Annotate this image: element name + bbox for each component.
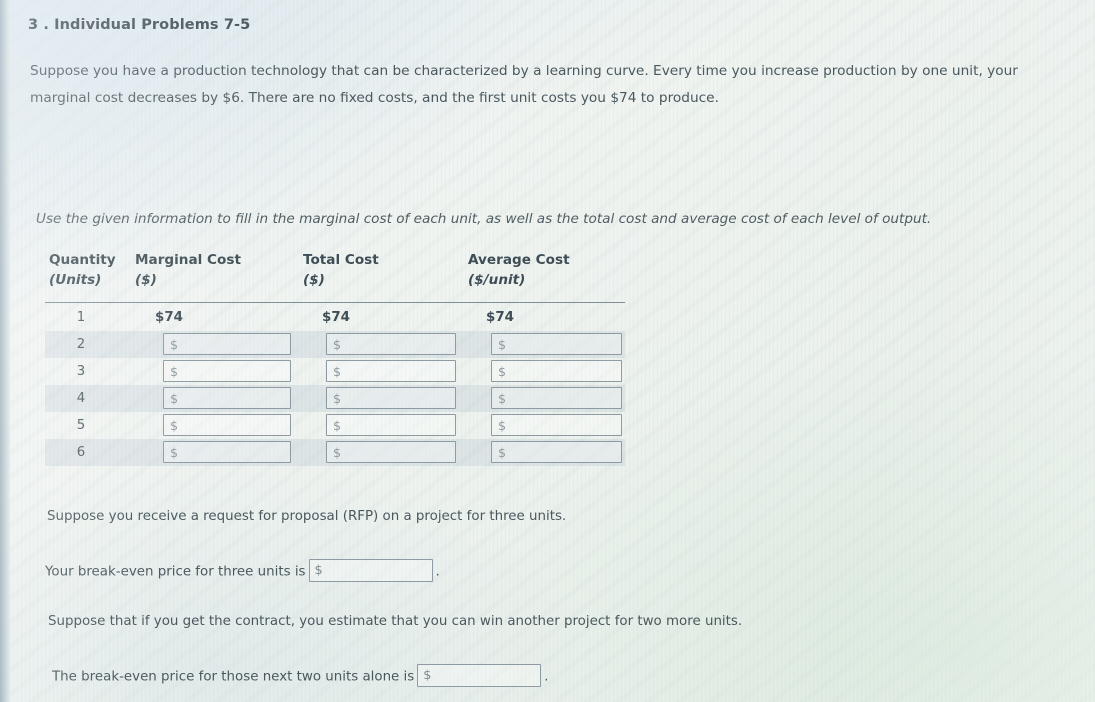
rfp-statement: Suppose you receive a request for propos… bbox=[47, 509, 567, 524]
column-header-quantity-title: Quantity bbox=[49, 252, 116, 268]
currency-prefix: $ bbox=[333, 337, 342, 352]
marginal-cost-input-row5[interactable]: $ bbox=[163, 414, 291, 436]
cell-quantity: 4 bbox=[76, 391, 86, 406]
cost-table: Quantity (Units) Marginal Cost ($) Total… bbox=[45, 252, 625, 466]
average-cost-input-row3[interactable]: $ bbox=[491, 360, 622, 382]
currency-prefix: $ bbox=[170, 364, 179, 379]
currency-prefix: $ bbox=[170, 337, 179, 352]
cell-quantity: 6 bbox=[76, 445, 86, 460]
table-row: 2 $ $ $ bbox=[45, 331, 625, 358]
column-header-average-cost-title: Average Cost bbox=[468, 252, 570, 268]
marginal-cost-input-row6[interactable]: $ bbox=[163, 441, 291, 463]
average-cost-input-row4[interactable]: $ bbox=[491, 387, 622, 409]
column-header-quantity-units: (Units) bbox=[49, 272, 102, 288]
currency-prefix: $ bbox=[498, 418, 507, 433]
total-cost-input-row6[interactable]: $ bbox=[326, 441, 456, 463]
column-header-marginal-cost-units: ($) bbox=[135, 272, 157, 288]
marginal-cost-input-row2[interactable]: $ bbox=[163, 333, 291, 355]
column-header-marginal-cost-title: Marginal Cost bbox=[135, 252, 241, 268]
breakeven-two-units-line: The break-even price for those next two … bbox=[52, 664, 549, 688]
column-header-marginal-cost: Marginal Cost ($) bbox=[135, 252, 241, 288]
currency-prefix: $ bbox=[498, 391, 507, 406]
cell-total-cost: $74 bbox=[322, 310, 350, 325]
breakeven-two-label: The break-even price for those next two … bbox=[52, 669, 415, 685]
problem-number: 3 . bbox=[28, 17, 49, 33]
breakeven-three-units-input[interactable]: $ bbox=[308, 559, 433, 582]
total-cost-input-row4[interactable]: $ bbox=[326, 387, 456, 409]
cell-quantity: 2 bbox=[76, 337, 86, 352]
table-row: 4 $ $ $ bbox=[45, 385, 625, 412]
cell-quantity: 1 bbox=[76, 310, 86, 325]
currency-prefix: $ bbox=[498, 364, 507, 379]
currency-prefix: $ bbox=[314, 563, 323, 578]
column-header-quantity: Quantity (Units) bbox=[49, 252, 116, 288]
cell-quantity: 5 bbox=[76, 418, 86, 433]
marginal-cost-input-row3[interactable]: $ bbox=[163, 360, 291, 382]
currency-prefix: $ bbox=[333, 364, 342, 379]
instruction-text: Use the given information to fill in the… bbox=[36, 211, 932, 227]
page-title: 3 . Individual Problems 7-5 bbox=[28, 17, 250, 33]
table-row: 6 $ $ $ bbox=[45, 439, 625, 466]
marginal-cost-input-row4[interactable]: $ bbox=[163, 387, 291, 409]
average-cost-input-row5[interactable]: $ bbox=[491, 414, 622, 436]
cell-quantity: 3 bbox=[76, 364, 86, 379]
currency-prefix: $ bbox=[333, 391, 342, 406]
table-body: 1 $74 $74 $74 2 $ $ $ 3 $ $ $ 4 $ $ $ 5 … bbox=[45, 304, 625, 466]
contract-statement: Suppose that if you get the contract, yo… bbox=[48, 614, 743, 629]
column-header-average-cost-units: ($/unit) bbox=[468, 272, 526, 288]
average-cost-input-row6[interactable]: $ bbox=[491, 441, 622, 463]
breakeven-three-label: Your break-even price for three units is bbox=[45, 564, 306, 580]
column-header-total-cost-title: Total Cost bbox=[303, 252, 379, 268]
problem-title: Individual Problems 7-5 bbox=[54, 17, 251, 33]
cell-marginal-cost: $74 bbox=[155, 310, 183, 325]
breakeven-three-units-line: Your break-even price for three units is… bbox=[45, 559, 440, 583]
currency-prefix: $ bbox=[170, 418, 179, 433]
table-row: 1 $74 $74 $74 bbox=[45, 304, 625, 331]
column-header-total-cost: Total Cost ($) bbox=[303, 252, 379, 288]
currency-prefix: $ bbox=[498, 445, 507, 460]
table-row: 3 $ $ $ bbox=[45, 358, 625, 385]
total-cost-input-row5[interactable]: $ bbox=[326, 414, 456, 436]
currency-prefix: $ bbox=[423, 668, 432, 683]
intro-paragraph: Suppose you have a production technology… bbox=[30, 63, 1018, 106]
table-header-rule bbox=[45, 302, 625, 303]
currency-prefix: $ bbox=[333, 418, 342, 433]
table-header-row: Quantity (Units) Marginal Cost ($) Total… bbox=[45, 252, 625, 303]
total-cost-input-row2[interactable]: $ bbox=[326, 333, 456, 355]
currency-prefix: $ bbox=[170, 391, 179, 406]
currency-prefix: $ bbox=[333, 445, 342, 460]
cell-average-cost: $74 bbox=[486, 310, 514, 325]
sentence-period: . bbox=[544, 669, 549, 685]
total-cost-input-row3[interactable]: $ bbox=[326, 360, 456, 382]
column-header-total-cost-units: ($) bbox=[303, 272, 325, 288]
breakeven-two-units-input[interactable]: $ bbox=[417, 664, 542, 687]
problem-content: 3 . Individual Problems 7-5 Suppose you … bbox=[0, 0, 1095, 702]
currency-prefix: $ bbox=[170, 445, 179, 460]
average-cost-input-row2[interactable]: $ bbox=[491, 333, 622, 355]
sentence-period: . bbox=[435, 564, 440, 580]
column-header-average-cost: Average Cost ($/unit) bbox=[468, 252, 570, 288]
table-row: 5 $ $ $ bbox=[45, 412, 625, 439]
currency-prefix: $ bbox=[498, 337, 507, 352]
